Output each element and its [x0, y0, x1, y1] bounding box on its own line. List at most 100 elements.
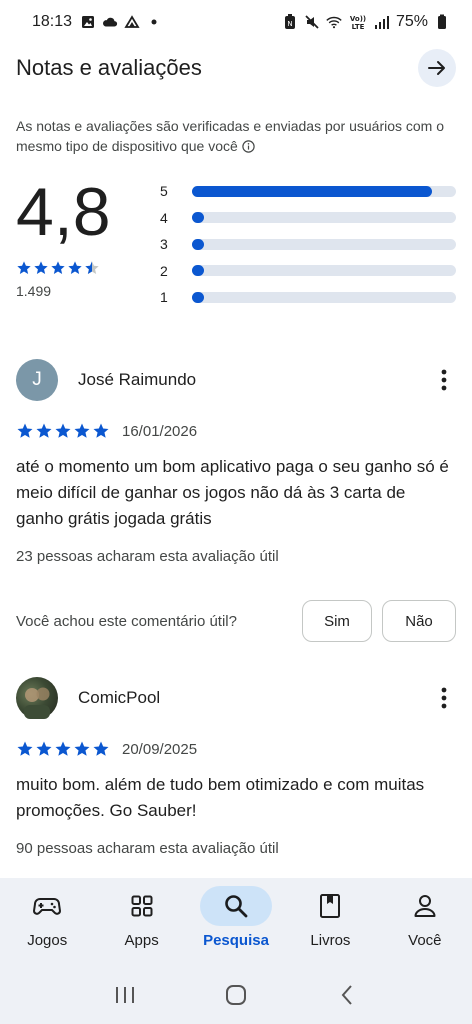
review-card: J José Raimundo 16/01/2026 até o momento… [16, 358, 456, 565]
histogram-label: 4 [160, 209, 168, 226]
histogram-track [192, 291, 456, 303]
status-bar: 18:13 N Vo)) LTE 75% [0, 0, 472, 44]
svg-text:N: N [287, 20, 292, 28]
back-button[interactable] [327, 975, 367, 1015]
search-icon [225, 895, 248, 918]
star-filled-icon [17, 741, 33, 756]
bottom-navigation: Jogos Apps Pesquisa Livros Você [0, 878, 472, 966]
book-icon [320, 894, 341, 918]
histogram-track [192, 185, 456, 197]
average-stars [16, 260, 100, 276]
reviewer-name: José Raimundo [78, 370, 197, 389]
more-notifications-dot-icon [146, 14, 162, 30]
nav-label: Livros [310, 932, 351, 949]
avatar: J [16, 359, 58, 401]
star-filled-icon [93, 423, 109, 438]
review-text: até o momento um bom aplicativo paga o s… [16, 457, 449, 528]
histogram-row-4: 4 [160, 205, 456, 232]
helpful-yes-button[interactable]: Sim [302, 600, 372, 642]
reviewer-name: ComicPool [78, 688, 161, 707]
battery-percent: 75% [395, 13, 428, 30]
histogram-label: 2 [160, 262, 168, 279]
battery-icon [434, 14, 450, 30]
nav-item-jogos[interactable]: Jogos [0, 878, 94, 966]
review-date: 16/01/2026 [122, 422, 198, 440]
status-time: 18:13 [32, 13, 73, 30]
histogram-track [192, 212, 456, 224]
see-all-reviews-button[interactable] [418, 49, 456, 87]
histogram-label: 1 [160, 289, 168, 306]
avatar [16, 677, 58, 719]
svg-text:Vo)): Vo)) [350, 15, 366, 23]
cloud-notification-icon [102, 14, 118, 30]
recent-apps-button[interactable] [105, 975, 145, 1015]
star-filled-icon [74, 741, 90, 756]
gallery-notification-icon [80, 14, 96, 30]
info-icon[interactable] [241, 138, 255, 158]
nav-item-livros[interactable]: Livros [283, 878, 377, 966]
helpful-count: 23 pessoas acharam esta avaliação útil [16, 548, 279, 565]
ratings-intro-text: As notas e avaliações são verificadas e … [16, 118, 445, 154]
average-rating: 4,8 [16, 174, 111, 250]
star-filled-icon [36, 741, 52, 756]
svg-text:LTE: LTE [352, 23, 365, 30]
more-vert-icon [441, 687, 447, 709]
histogram-row-5: 5 [160, 178, 456, 205]
histogram-row-3: 3 [160, 231, 456, 258]
helpful-count: 90 pessoas acharam esta avaliação útil [16, 840, 279, 857]
review-card: ComicPool 20/09/2025 muito bom. além de … [16, 676, 456, 857]
avatar-photo-icon [24, 687, 50, 719]
arrow-forward-icon [428, 61, 445, 75]
nav-item-voce[interactable]: Você [378, 878, 472, 966]
more-options-button[interactable] [432, 682, 456, 714]
rating-summary: 4,8 1.499 5 4 3 2 1 [16, 170, 456, 310]
person-icon [414, 895, 436, 917]
star-half-icon [85, 261, 99, 274]
histogram-bar [192, 185, 433, 197]
star-filled-icon [55, 741, 71, 756]
more-vert-icon [441, 369, 447, 391]
histogram-label: 5 [160, 183, 168, 200]
star-filled-icon [74, 423, 90, 438]
home-icon [225, 985, 246, 1005]
home-button[interactable] [216, 975, 256, 1015]
histogram-track [192, 265, 456, 277]
system-navigation-bar [0, 966, 472, 1024]
mute-icon [304, 14, 320, 30]
nav-label: Pesquisa [203, 932, 269, 949]
nav-label: Você [408, 932, 442, 949]
recent-apps-icon [116, 987, 135, 1003]
volte-lte-icon: Vo)) LTE [348, 14, 368, 30]
nav-label: Apps [124, 932, 159, 949]
histogram-bar [192, 238, 204, 250]
star-filled-icon [36, 423, 52, 438]
helpful-no-button[interactable]: Não [382, 600, 456, 642]
star-filled-icon [17, 423, 33, 438]
wifi-icon [326, 14, 342, 30]
star-filled-icon [93, 741, 109, 756]
nav-item-apps[interactable]: Apps [94, 878, 188, 966]
histogram-row-2: 2 [160, 258, 456, 285]
histogram-row-1: 1 [160, 284, 456, 311]
page-title: Notas e avaliações [16, 55, 202, 80]
apps-grid-icon [131, 895, 153, 917]
review-date: 20/09/2025 [122, 740, 198, 758]
star-filled-icon [17, 261, 31, 274]
histogram-label: 3 [160, 236, 168, 253]
ratings-intro: As notas e avaliações são verificadas e … [16, 116, 456, 158]
page-header: Notas e avaliações [16, 46, 456, 90]
star-filled-icon [55, 423, 71, 438]
star-filled-icon [51, 261, 65, 274]
gamepad-icon [33, 898, 62, 915]
total-ratings-count: 1.499 [16, 283, 52, 299]
more-options-button[interactable] [432, 364, 456, 396]
histogram-bar [192, 265, 204, 277]
histogram-bar [192, 291, 204, 303]
nav-label: Jogos [27, 932, 68, 949]
histogram-bar [192, 212, 204, 224]
rating-histogram: 5 4 3 2 1 [160, 178, 456, 311]
nav-item-pesquisa[interactable]: Pesquisa [189, 878, 283, 966]
back-chevron-icon [341, 985, 352, 1005]
star-filled-icon [68, 261, 82, 274]
review-stars [16, 740, 110, 758]
